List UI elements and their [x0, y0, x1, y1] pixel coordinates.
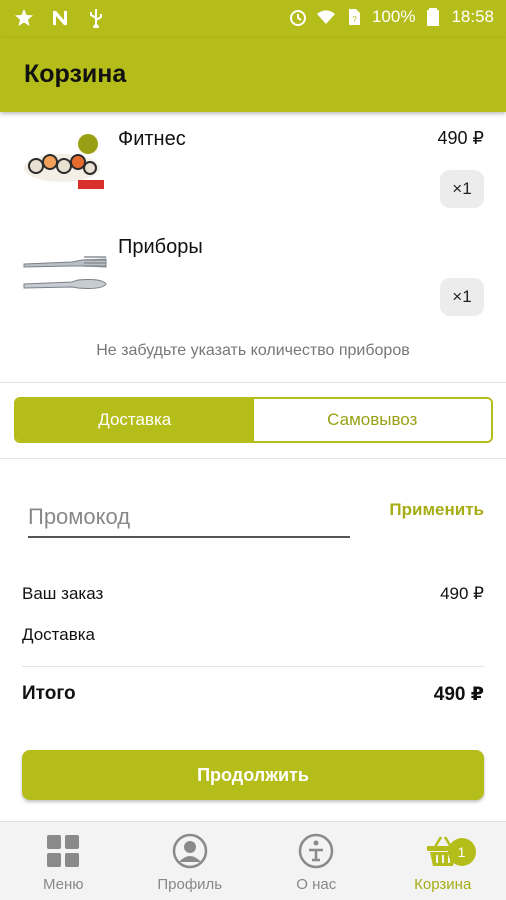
item-name: Приборы	[118, 236, 203, 258]
svg-text:?: ?	[352, 15, 357, 24]
star-icon	[15, 9, 33, 26]
cutlery-hint: Не забудьте указать количество приборов	[96, 342, 410, 359]
delivery-mode-toggle: Доставка Самовывоз	[14, 397, 493, 443]
total-value: 490 ₽	[433, 684, 484, 705]
battery-percent: 100%	[371, 7, 416, 26]
nav-item-profile[interactable]: Профиль	[127, 822, 254, 900]
profile-icon	[172, 833, 207, 869]
clock: 18:58	[451, 7, 494, 26]
nav-label: Корзина	[414, 876, 472, 893]
bottom-nav: Меню Профиль О нас Корзина 1	[0, 821, 506, 900]
item-name: Фитнес	[118, 128, 186, 150]
nav-label: О нас	[296, 876, 337, 893]
app-bar: Корзина	[0, 38, 506, 112]
wifi-icon	[316, 10, 335, 24]
delivery-option[interactable]: Доставка	[16, 399, 254, 441]
divider	[22, 666, 484, 667]
cutlery-image	[23, 256, 107, 289]
nav-label: Профиль	[157, 876, 223, 893]
usb-icon	[90, 9, 102, 28]
nav-item-about[interactable]: О нас	[253, 822, 380, 900]
total-row: Итого 490 ₽	[22, 683, 484, 706]
item-price: 490 ₽	[437, 128, 485, 148]
page-title: Корзина	[24, 60, 127, 88]
delivery-cost-row: Доставка	[22, 625, 484, 645]
nav-item-cart[interactable]: Корзина 1	[380, 822, 506, 900]
continue-button[interactable]: Продолжить	[22, 750, 484, 800]
info-icon	[299, 833, 334, 869]
apply-promo-button[interactable]: Применить	[389, 500, 484, 520]
battery-icon	[427, 8, 440, 26]
nav-item-menu[interactable]: Меню	[0, 822, 127, 900]
n-icon	[53, 11, 67, 25]
sim-icon: ?	[348, 9, 360, 25]
cart-count-badge: 1	[447, 838, 476, 866]
order-label: Ваш заказ	[22, 584, 104, 603]
order-subtotal-row: Ваш заказ 490 ₽	[22, 584, 484, 604]
quantity-button[interactable]: ×1	[440, 170, 484, 208]
quantity-button[interactable]: ×1	[440, 278, 484, 316]
status-bar: ? 100% 18:58	[0, 0, 506, 38]
grid-icon	[47, 835, 80, 867]
cart-item[interactable]: Приборы ×1	[0, 220, 506, 328]
divider	[0, 382, 506, 383]
order-value: 490 ₽	[440, 584, 484, 603]
delivery-label: Доставка	[22, 625, 96, 644]
nav-label: Меню	[42, 876, 84, 893]
pickup-option[interactable]: Самовывоз	[253, 399, 491, 441]
sushi-set-image	[24, 134, 104, 189]
promo-code-input[interactable]	[28, 498, 350, 538]
total-label: Итого	[22, 683, 76, 704]
divider	[0, 458, 506, 459]
cart-item[interactable]: Фитнес 490 ₽ ×1	[0, 112, 506, 220]
alarm-icon	[289, 10, 306, 26]
